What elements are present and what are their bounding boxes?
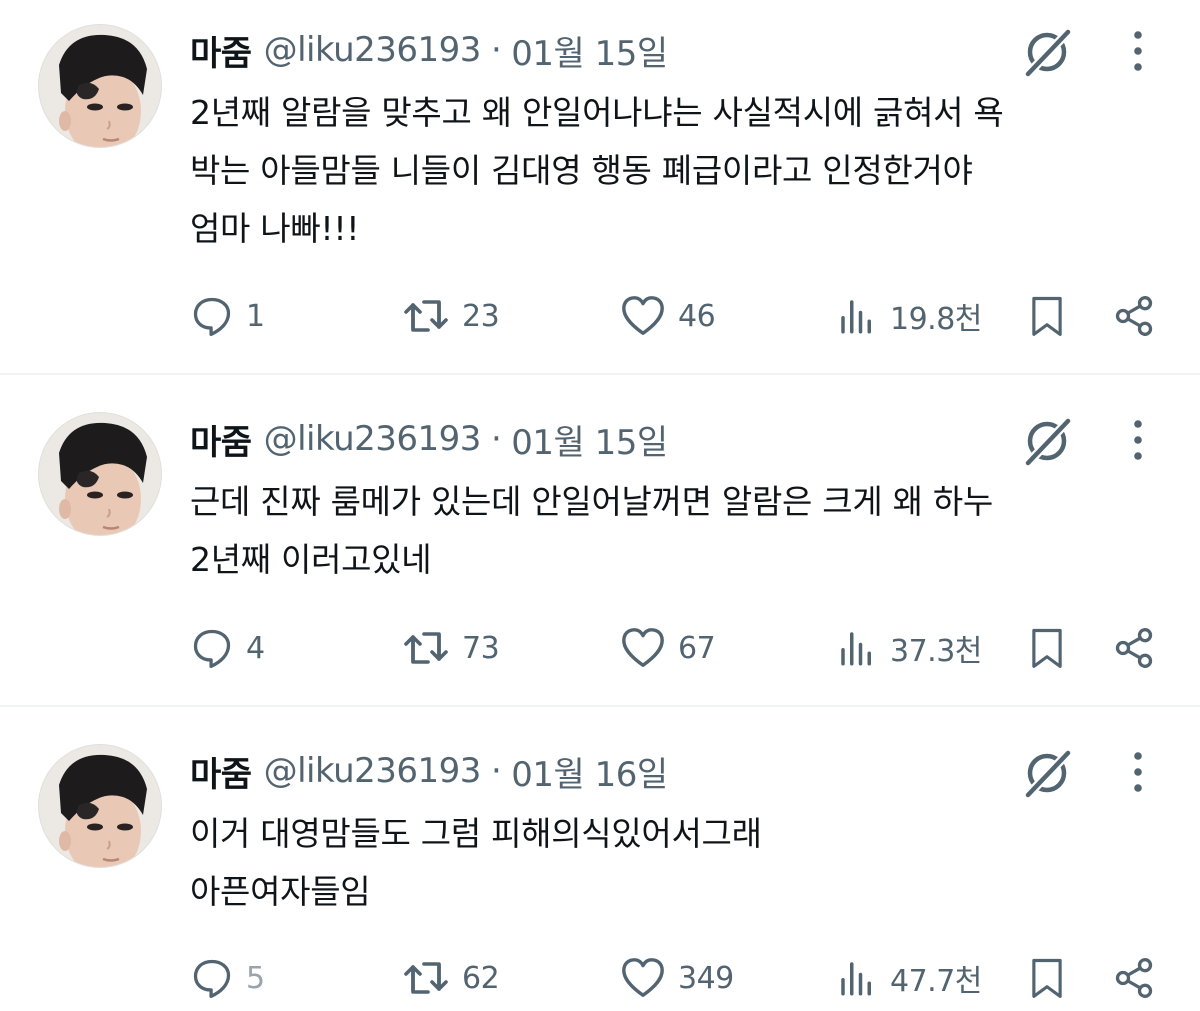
heart-icon — [620, 625, 666, 671]
grok-icon[interactable] — [1020, 413, 1076, 469]
reply-count: 1 — [246, 298, 265, 334]
speech-bubble-icon — [190, 294, 234, 338]
share-icon — [1112, 626, 1156, 670]
repost-count: 62 — [462, 960, 500, 996]
tweet[interactable]: 마줌 @liku236193 · 01월 15일 근데 진짜 룸메가 있는데 안… — [0, 375, 1200, 705]
share-button[interactable] — [1112, 948, 1156, 1008]
tweet-header: 마줌 @liku236193 · 01월 15일 — [190, 414, 668, 464]
tweet-text-line: 근데 진짜 룸메가 있는데 안일어날꺼면 알람은 크게 왜 하누 — [190, 482, 993, 521]
tweet-text: 이거 대영맘들도 그럼 피해의식있어서그래 아픈여자들임 — [190, 805, 1170, 921]
bookmark-button[interactable] — [1026, 618, 1068, 678]
bookmark-button[interactable] — [1026, 948, 1068, 1008]
repost-arrows-icon — [402, 292, 450, 340]
views-button[interactable]: 19.8천 — [836, 286, 982, 346]
bar-chart-icon — [836, 295, 878, 337]
action-bar: 5 62 349 47.7천 — [0, 948, 1200, 1008]
speech-bubble-icon — [190, 626, 234, 670]
view-count: 47.7천 — [890, 964, 982, 999]
repost-button[interactable]: 62 — [402, 948, 500, 1008]
reply-button[interactable]: 1 — [190, 286, 265, 346]
view-count: 37.3천 — [890, 634, 982, 669]
reply-button[interactable]: 4 — [190, 618, 265, 678]
tweet[interactable]: 마줌 @liku236193 · 01월 16일 이거 대영맘들도 그럼 피해의… — [0, 707, 1200, 1011]
repost-arrows-icon — [402, 624, 450, 672]
separator-dot: · — [490, 419, 502, 459]
reply-button[interactable]: 5 — [190, 948, 265, 1008]
like-button[interactable]: 67 — [620, 618, 716, 678]
like-count: 46 — [678, 298, 716, 334]
tweet-header: 마줌 @liku236193 · 01월 16일 — [190, 746, 668, 796]
reply-count: 5 — [246, 960, 265, 996]
share-button[interactable] — [1112, 286, 1156, 346]
tweet-text-line: 2년째 알람을 맞추고 왜 안일어나냐는 사실적시에 긁혀서 욕 — [190, 93, 1004, 132]
repost-count: 23 — [462, 298, 500, 334]
views-button[interactable]: 37.3천 — [836, 618, 982, 678]
user-handle[interactable]: @liku236193 — [264, 751, 482, 791]
share-button[interactable] — [1112, 618, 1156, 678]
bar-chart-icon — [836, 957, 878, 999]
display-name[interactable]: 마줌 — [190, 415, 252, 464]
like-count: 349 — [678, 960, 734, 996]
vertical-ellipsis-icon — [1120, 415, 1156, 465]
tweet-text-line: 엄마 나빠!!! — [190, 209, 360, 248]
repost-count: 73 — [462, 630, 500, 666]
grok-icon[interactable] — [1020, 745, 1076, 801]
like-button[interactable]: 46 — [620, 286, 716, 346]
share-icon — [1112, 956, 1156, 1000]
repost-button[interactable]: 23 — [402, 286, 500, 346]
grok-icon[interactable] — [1020, 24, 1076, 80]
like-button[interactable]: 349 — [620, 948, 734, 1008]
tweet-text: 2년째 알람을 맞추고 왜 안일어나냐는 사실적시에 긁혀서 욕 박는 아들맘들… — [190, 84, 1170, 258]
bookmark-icon — [1026, 957, 1068, 999]
tweet-text-line: 아픈여자들임 — [190, 872, 371, 911]
bookmark-icon — [1026, 295, 1068, 337]
heart-icon — [620, 955, 666, 1001]
more-options-button[interactable] — [1120, 415, 1156, 465]
action-bar: 1 23 46 19.8천 — [0, 286, 1200, 346]
tweet-header: 마줌 @liku236193 · 01월 15일 — [190, 25, 668, 75]
share-icon — [1112, 294, 1156, 338]
avatar[interactable] — [38, 412, 162, 536]
user-handle[interactable]: @liku236193 — [264, 419, 482, 459]
bar-chart-icon — [836, 627, 878, 669]
separator-dot: · — [490, 751, 502, 791]
more-options-button[interactable] — [1120, 747, 1156, 797]
heart-icon — [620, 293, 666, 339]
tweet-text-line: 박는 아들맘들 니들이 김대영 행동 폐급이라고 인정한거야 — [190, 151, 973, 190]
like-count: 67 — [678, 630, 716, 666]
bookmark-button[interactable] — [1026, 286, 1068, 346]
user-handle[interactable]: @liku236193 — [264, 30, 482, 70]
reply-count: 4 — [246, 630, 265, 666]
avatar[interactable] — [38, 744, 162, 868]
tweet[interactable]: 마줌 @liku236193 · 01월 15일 2년째 알람을 맞추고 왜 안… — [0, 0, 1200, 372]
views-button[interactable]: 47.7천 — [836, 948, 982, 1008]
more-options-button[interactable] — [1120, 26, 1156, 76]
avatar[interactable] — [38, 24, 162, 148]
tweet-date[interactable]: 01월 15일 — [511, 415, 668, 464]
bookmark-icon — [1026, 627, 1068, 669]
vertical-ellipsis-icon — [1120, 26, 1156, 76]
speech-bubble-icon — [190, 956, 234, 1000]
display-name[interactable]: 마줌 — [190, 26, 252, 75]
action-bar: 4 73 67 37.3천 — [0, 618, 1200, 678]
repost-button[interactable]: 73 — [402, 618, 500, 678]
tweet-date[interactable]: 01월 16일 — [511, 747, 668, 796]
tweet-feed: 마줌 @liku236193 · 01월 15일 2년째 알람을 맞추고 왜 안… — [0, 0, 1200, 1011]
view-count: 19.8천 — [890, 302, 982, 337]
repost-arrows-icon — [402, 954, 450, 1002]
separator-dot: · — [490, 30, 502, 70]
display-name[interactable]: 마줌 — [190, 747, 252, 796]
tweet-text: 근데 진짜 룸메가 있는데 안일어날꺼면 알람은 크게 왜 하누 2년째 이러고… — [190, 473, 1170, 589]
tweet-text-line: 이거 대영맘들도 그럼 피해의식있어서그래 — [190, 814, 762, 853]
tweet-text-line: 2년째 이러고있네 — [190, 540, 432, 579]
vertical-ellipsis-icon — [1120, 747, 1156, 797]
tweet-date[interactable]: 01월 15일 — [511, 26, 668, 75]
